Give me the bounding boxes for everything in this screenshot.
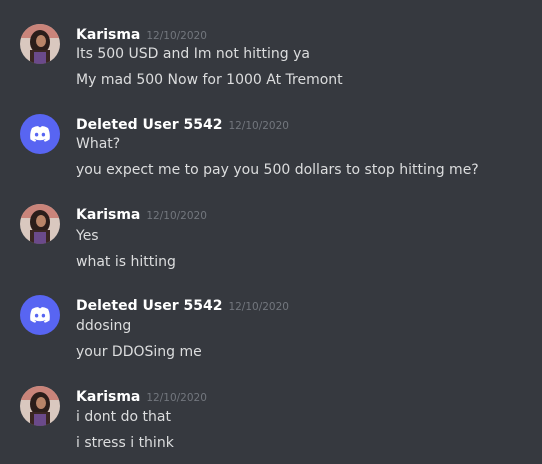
- timestamp: 12/10/2020: [146, 210, 207, 222]
- message-header: Karisma 12/10/2020: [76, 386, 207, 406]
- message-text: you expect me to pay you 500 dollars to …: [76, 162, 479, 178]
- discord-logo-icon: [20, 295, 60, 335]
- message-header: Deleted User 5542 12/10/2020: [76, 295, 289, 315]
- message-text: ddosing: [76, 318, 132, 334]
- message-text: Yes: [76, 228, 99, 244]
- timestamp: 12/10/2020: [228, 301, 289, 313]
- timestamp: 12/10/2020: [146, 30, 207, 42]
- message-text: Its 500 USD and Im not hitting ya: [76, 46, 310, 62]
- user-avatar[interactable]: [20, 386, 60, 426]
- message-text: your DDOSing me: [76, 344, 202, 360]
- user-photo-icon: [20, 204, 60, 244]
- username[interactable]: Deleted User 5542: [76, 298, 222, 314]
- user-avatar[interactable]: [20, 24, 60, 64]
- message-text: i stress i think: [76, 435, 174, 451]
- username[interactable]: Deleted User 5542: [76, 117, 222, 133]
- message-text: My mad 500 Now for 1000 At Tremont: [76, 72, 343, 88]
- message-text: i dont do that: [76, 409, 171, 425]
- message-header: Deleted User 5542 12/10/2020: [76, 114, 289, 134]
- user-photo-icon: [20, 386, 60, 426]
- message-text: what is hitting: [76, 254, 176, 270]
- user-avatar[interactable]: [20, 295, 60, 335]
- username[interactable]: Karisma: [76, 389, 140, 405]
- message-header: Karisma 12/10/2020: [76, 204, 207, 224]
- timestamp: 12/10/2020: [146, 392, 207, 404]
- user-avatar[interactable]: [20, 114, 60, 154]
- message-header: Karisma 12/10/2020: [76, 24, 207, 44]
- timestamp: 12/10/2020: [228, 120, 289, 132]
- username[interactable]: Karisma: [76, 27, 140, 43]
- user-avatar[interactable]: [20, 204, 60, 244]
- message-text: What?: [76, 136, 121, 152]
- username[interactable]: Karisma: [76, 207, 140, 223]
- user-photo-icon: [20, 24, 60, 64]
- discord-logo-icon: [20, 114, 60, 154]
